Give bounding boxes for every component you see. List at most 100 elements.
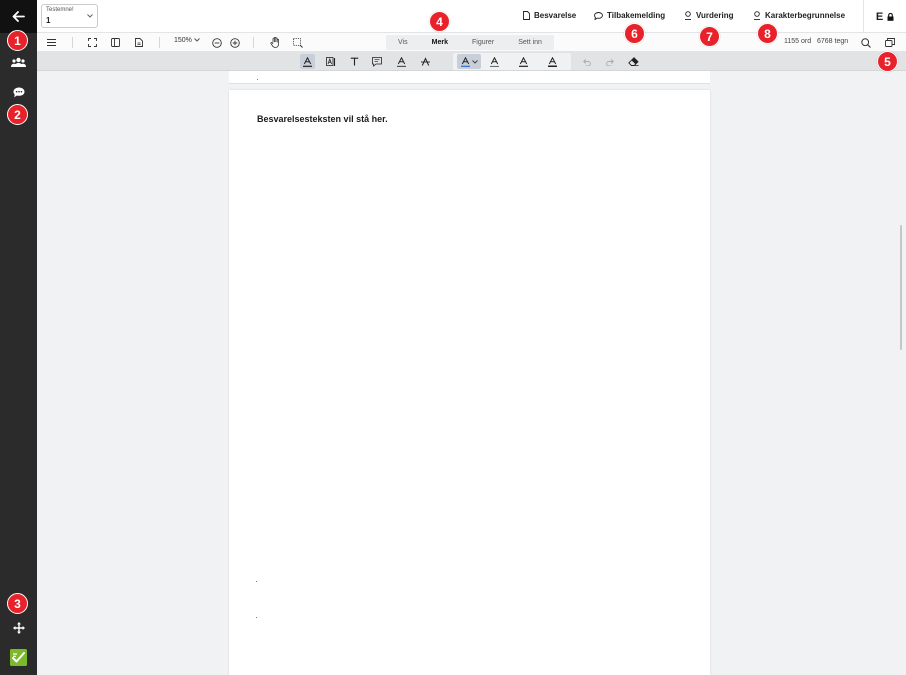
fullscreen-icon bbox=[87, 38, 97, 47]
redo-button[interactable] bbox=[603, 54, 617, 69]
undo-icon bbox=[582, 58, 591, 66]
mode-tabs: Vis Merk Figurer Sett inn bbox=[386, 35, 554, 50]
windows-icon bbox=[884, 38, 895, 47]
document-icon bbox=[523, 11, 530, 20]
callout-badge-5: 5 bbox=[877, 51, 898, 72]
back-button[interactable] bbox=[0, 0, 37, 33]
text-style-c-button[interactable] bbox=[545, 54, 559, 69]
popout-button[interactable] bbox=[883, 35, 896, 50]
highlight-area-button[interactable] bbox=[323, 54, 338, 69]
sidebar-panel-icon bbox=[110, 38, 120, 47]
text-style-b-button[interactable] bbox=[516, 54, 530, 69]
tab-label: Karakterbegrunnelse bbox=[765, 11, 846, 20]
menu-button[interactable] bbox=[45, 35, 57, 50]
candidates-button[interactable] bbox=[0, 55, 37, 69]
divider bbox=[253, 37, 254, 48]
task-select-label: Testemne! bbox=[46, 7, 74, 13]
grade-value: E bbox=[875, 10, 884, 23]
panel-toggle-button[interactable] bbox=[109, 35, 121, 50]
search-icon bbox=[860, 37, 871, 48]
highlight-text-button[interactable] bbox=[300, 54, 315, 69]
previous-page-edge bbox=[229, 71, 710, 84]
rubric-icon bbox=[754, 11, 760, 20]
chevron-down-icon bbox=[471, 59, 478, 64]
arrow-left-icon bbox=[12, 11, 25, 22]
page-view-button[interactable] bbox=[133, 35, 145, 50]
zoom-select[interactable]: 150% bbox=[174, 37, 200, 44]
app-logo[interactable] bbox=[0, 649, 37, 666]
mode-tab-sett-inn[interactable]: Sett inn bbox=[518, 39, 542, 46]
divider bbox=[72, 37, 73, 48]
group-icon bbox=[11, 57, 26, 67]
task-select-value: 1 bbox=[46, 16, 51, 25]
char-count: 6768 bbox=[816, 38, 833, 45]
word-unit: ord bbox=[801, 38, 812, 45]
text-icon bbox=[350, 57, 358, 66]
chat-bubble-icon bbox=[13, 87, 24, 97]
grade-display[interactable]: E bbox=[863, 0, 906, 33]
comment-tool-button[interactable] bbox=[370, 54, 384, 69]
scrollbar[interactable] bbox=[900, 225, 902, 350]
select-area-button[interactable] bbox=[292, 35, 304, 50]
zoom-in-icon bbox=[229, 37, 240, 48]
callout-badge-7: 7 bbox=[699, 26, 720, 47]
font-style-icon bbox=[518, 56, 528, 67]
color-picker-button[interactable] bbox=[457, 54, 481, 69]
zoom-in-button[interactable] bbox=[228, 35, 241, 50]
strikethrough-button[interactable] bbox=[418, 54, 432, 69]
logo-icon bbox=[10, 649, 27, 666]
tab-label: Vurdering bbox=[696, 11, 734, 20]
zoom-out-button[interactable] bbox=[210, 35, 223, 50]
rubric-icon bbox=[685, 11, 691, 20]
tab-tilbakemelding[interactable]: Tilbakemelding bbox=[594, 11, 665, 20]
search-button[interactable] bbox=[859, 35, 872, 50]
hand-icon bbox=[269, 37, 279, 48]
mode-tab-vis[interactable]: Vis bbox=[398, 39, 408, 46]
chevron-down-icon bbox=[194, 38, 200, 42]
mode-tab-figurer[interactable]: Figurer bbox=[472, 39, 494, 46]
page-icon bbox=[135, 38, 143, 47]
page-mark bbox=[256, 581, 257, 582]
text-tool-button[interactable] bbox=[347, 54, 361, 69]
tab-karakterbegrunnelse[interactable]: Karakterbegrunnelse bbox=[753, 11, 845, 20]
highlight-area-icon bbox=[325, 56, 335, 66]
underline-icon bbox=[396, 56, 406, 67]
hamburger-icon bbox=[46, 39, 56, 46]
document-page[interactable]: Besvarelsesteksten vil stå her. bbox=[229, 90, 710, 675]
chat-button[interactable] bbox=[0, 85, 37, 99]
pan-tool-button[interactable] bbox=[268, 35, 281, 50]
page-mark bbox=[256, 617, 257, 618]
task-select[interactable]: Testemne! 1 bbox=[41, 4, 98, 28]
comment-box-icon bbox=[372, 56, 382, 67]
selection-icon bbox=[293, 37, 303, 48]
move-button[interactable] bbox=[0, 621, 37, 635]
callout-badge-2: 2 bbox=[7, 104, 28, 125]
mode-tab-merk[interactable]: Merk bbox=[432, 39, 448, 46]
tab-besvarelse[interactable]: Besvarelse bbox=[523, 11, 576, 20]
chevron-down-icon bbox=[87, 14, 93, 18]
text-style-a-button[interactable] bbox=[487, 54, 501, 69]
comment-icon bbox=[594, 11, 603, 20]
undo-button[interactable] bbox=[579, 54, 593, 69]
eraser-button[interactable] bbox=[626, 54, 640, 69]
callout-badge-8: 8 bbox=[757, 23, 778, 44]
answer-text: Besvarelsesteksten vil stå her. bbox=[257, 114, 388, 124]
underline-button[interactable] bbox=[394, 54, 408, 69]
char-unit: tegn bbox=[834, 38, 849, 45]
font-color-icon bbox=[460, 56, 470, 67]
eraser-icon bbox=[627, 57, 639, 66]
callout-badge-6: 6 bbox=[624, 23, 645, 44]
left-rail bbox=[0, 0, 37, 675]
zoom-value: 150% bbox=[174, 37, 192, 44]
lock-icon bbox=[887, 12, 894, 21]
fullscreen-button[interactable] bbox=[86, 35, 98, 50]
text-counts: 1155 ord 6768 tegn bbox=[784, 38, 848, 45]
tab-label: Tilbakemelding bbox=[607, 11, 666, 20]
font-style-icon bbox=[547, 56, 557, 67]
move-arrows-icon bbox=[12, 622, 25, 634]
callout-badge-4: 4 bbox=[429, 11, 450, 32]
callout-badge-3: 3 bbox=[7, 593, 28, 614]
tab-vurdering[interactable]: Vurdering bbox=[684, 11, 733, 20]
strikethrough-icon bbox=[420, 56, 430, 66]
callout-badge-1: 1 bbox=[7, 30, 28, 51]
